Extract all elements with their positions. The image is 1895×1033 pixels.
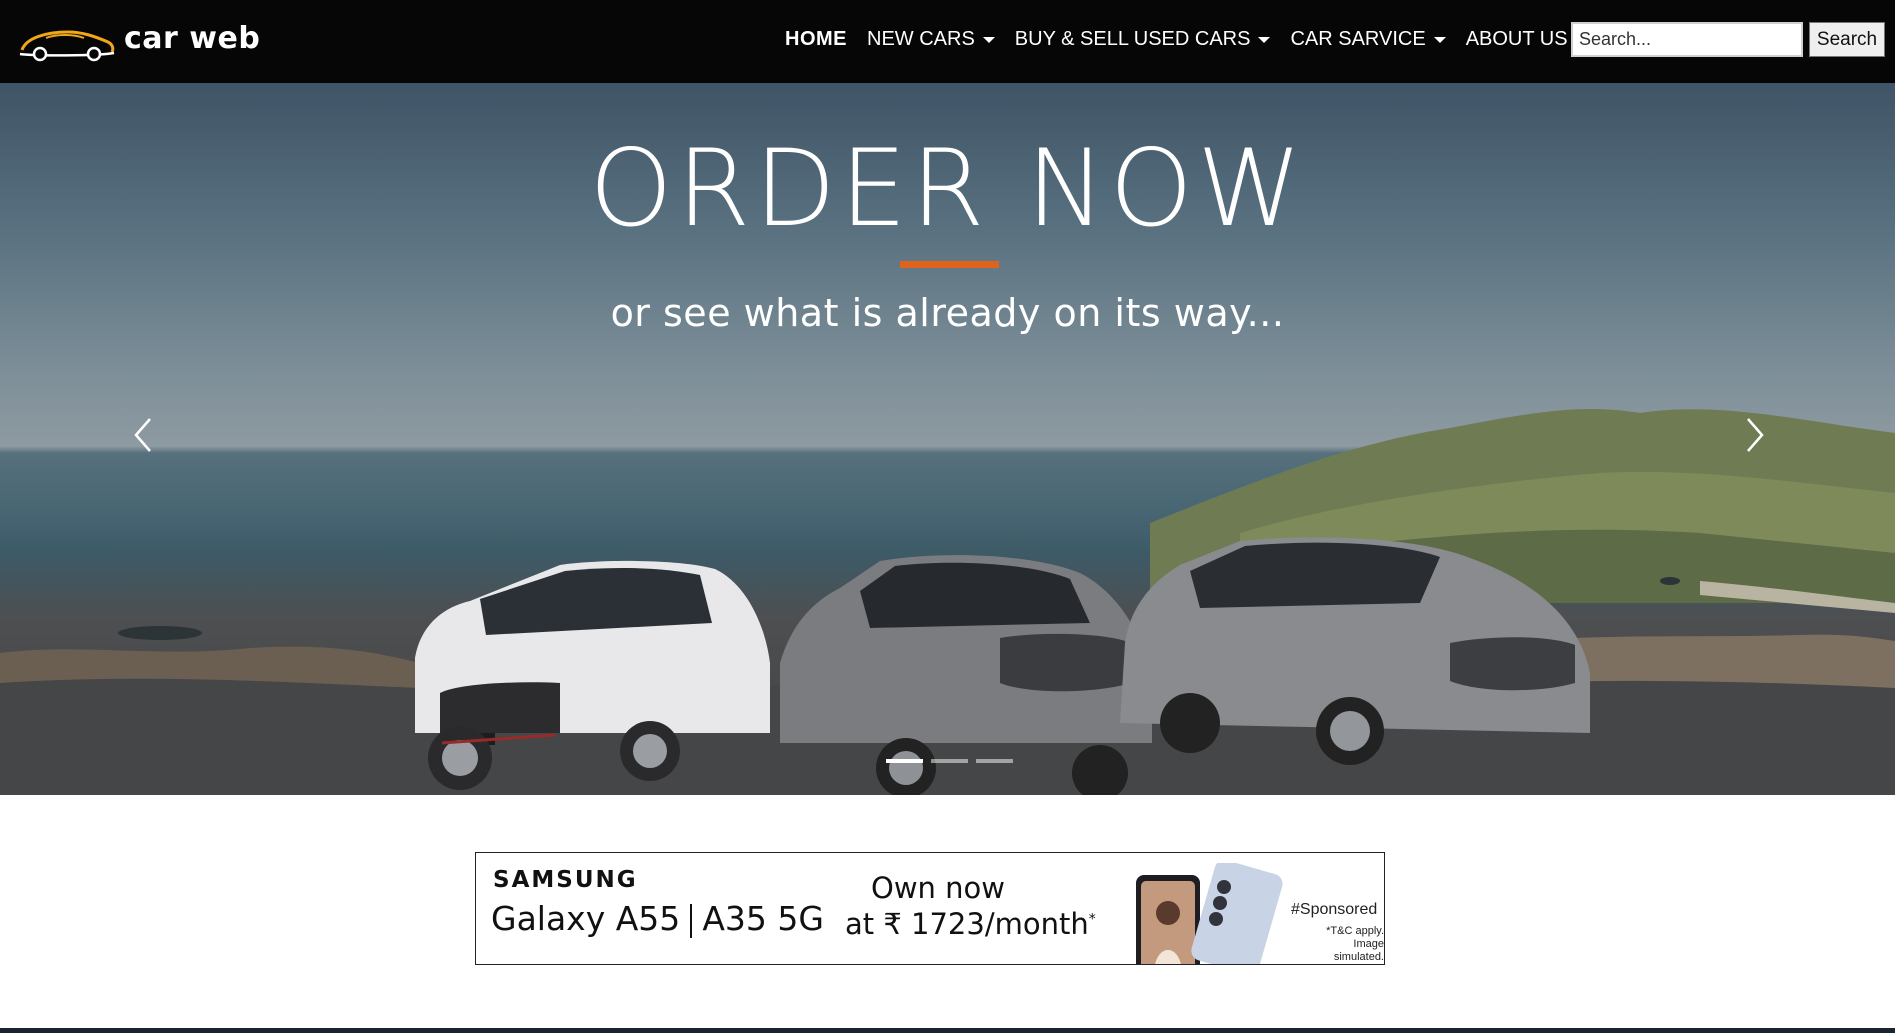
ad-brand: SAMSUNG: [493, 867, 638, 893]
phones-illustration: [1136, 863, 1283, 964]
ad-terms-line1: *T&C apply.: [1326, 925, 1384, 937]
hero-title: ORDER NOW: [589, 127, 1306, 250]
ad-offer-mark: *: [1088, 911, 1096, 928]
ad-model-a: Galaxy A55: [491, 899, 681, 938]
navbar: car web HOME NEW CARS BUY & SELL USED CA…: [0, 0, 1895, 83]
brand-name: car web: [124, 20, 261, 56]
chevron-left-icon[interactable]: [126, 415, 162, 455]
nav-buy-sell-dropdown[interactable]: BUY & SELL USED CARS: [1015, 28, 1271, 51]
carousel-indicator-3[interactable]: [976, 759, 1013, 763]
hero-carousel: ORDER NOW or see what is already on its …: [0, 83, 1895, 795]
ad-offer-line2: at ₹ 1723/month*: [845, 907, 1096, 941]
carousel-indicator-1[interactable]: [886, 759, 923, 763]
nav-car-service-label: CAR SARVICE: [1290, 28, 1426, 50]
ad-offer-line1: Own now: [871, 871, 1005, 905]
ad-terms-line2: Image simulated.: [1333, 938, 1384, 963]
ad-model-b: A35 5G: [702, 899, 824, 938]
caret-down-icon: [1433, 36, 1446, 43]
ad-offer-line2-text: at ₹ 1723/month: [845, 907, 1089, 941]
caret-down-icon: [982, 36, 995, 43]
ad-terms: *T&C apply. Image simulated.: [1321, 925, 1384, 964]
nav-about-us[interactable]: ABOUT US: [1466, 28, 1568, 51]
nav-new-cars-label: NEW CARS: [867, 28, 975, 50]
nav-home-label: HOME: [785, 28, 847, 50]
ad-separator: [690, 903, 693, 938]
search-button[interactable]: Search: [1809, 22, 1885, 57]
caret-down-icon: [1258, 36, 1271, 43]
sponsored-ad-banner[interactable]: SAMSUNG Galaxy A55 A35 5G Own now at ₹ 17…: [475, 852, 1385, 965]
chevron-right-icon[interactable]: [1736, 415, 1772, 455]
carousel-indicators: [886, 759, 1021, 763]
hero-title-underline: [900, 261, 999, 268]
nav-buy-sell-label: BUY & SELL USED CARS: [1014, 28, 1251, 50]
carousel-indicator-2[interactable]: [931, 759, 968, 763]
nav-links: HOME NEW CARS BUY & SELL USED CARS CAR S…: [785, 28, 1588, 51]
nav-new-cars-dropdown[interactable]: NEW CARS: [867, 28, 995, 51]
nav-home[interactable]: HOME: [785, 28, 847, 51]
search-input[interactable]: [1571, 22, 1803, 57]
ad-model: Galaxy A55 A35 5G: [491, 899, 824, 938]
nav-about-us-label: ABOUT US: [1465, 28, 1568, 50]
footer-strip: [0, 1028, 1895, 1033]
brand[interactable]: car web: [16, 20, 260, 64]
nav-car-service-dropdown[interactable]: CAR SARVICE: [1290, 28, 1446, 51]
sports-car-logo-icon: [19, 30, 115, 62]
ad-sponsored-label: #Sponsored: [1291, 901, 1378, 918]
hero-subtitle: or see what is already on its way...: [610, 291, 1285, 335]
